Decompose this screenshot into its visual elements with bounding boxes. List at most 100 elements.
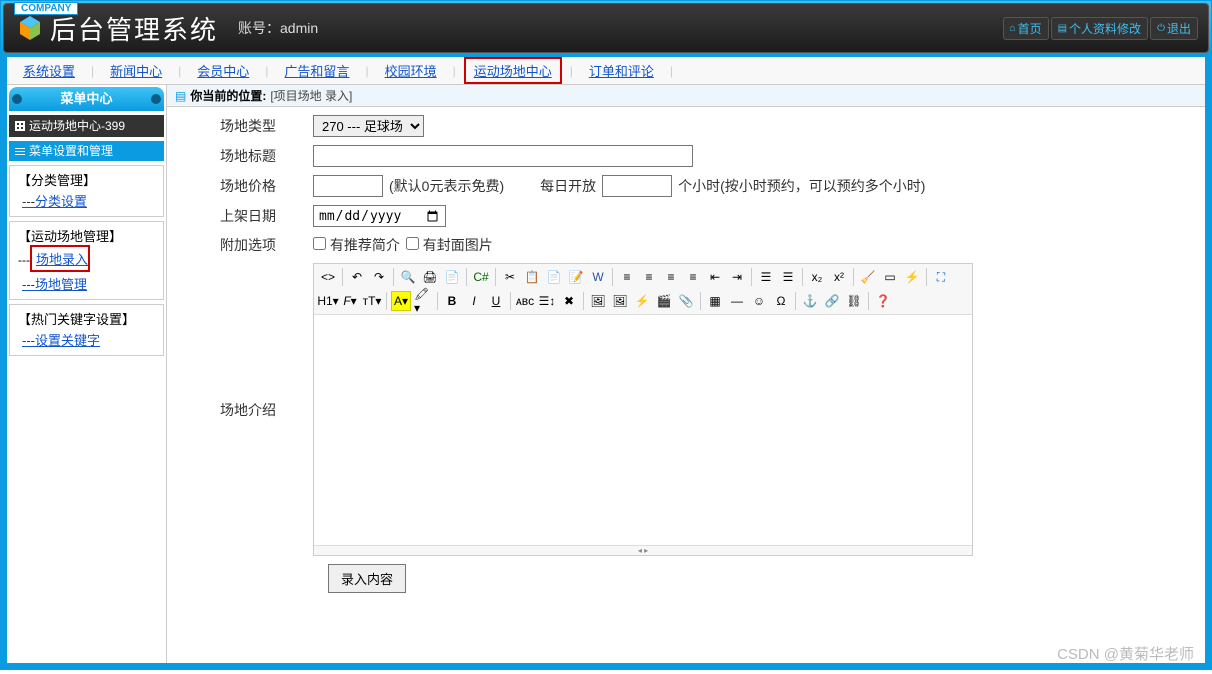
unordered-list-icon[interactable]: ☰ bbox=[778, 267, 798, 287]
select-all-icon[interactable]: ▭ bbox=[880, 267, 900, 287]
main-content: ▤ 你当前的位置: [项目场地 录入] 场地类型 270 --- 足球场 场地标… bbox=[167, 85, 1205, 663]
tab-orders[interactable]: 订单和评论 bbox=[581, 59, 662, 82]
media-icon[interactable]: 🎬 bbox=[654, 291, 674, 311]
source-icon[interactable]: <> bbox=[318, 267, 338, 287]
sidebar-panel-title: 运动场地中心-399 bbox=[9, 115, 164, 137]
editor-toolbar: <> ↶ ↷ 🔍 🖨 📄 C# ✂ bbox=[314, 264, 972, 315]
editor-resize-handle[interactable]: ◂ ▸ bbox=[314, 545, 972, 555]
subscript-icon[interactable]: x₂ bbox=[807, 267, 827, 287]
clear-format-icon[interactable]: 🧹 bbox=[858, 267, 878, 287]
redo-icon[interactable]: ↷ bbox=[369, 267, 389, 287]
brand-badge: COMPANY bbox=[14, 2, 78, 15]
flash-icon[interactable]: ⚡ bbox=[632, 291, 652, 311]
bg-color-icon[interactable]: 🖍▾ bbox=[413, 291, 433, 311]
font-size-icon[interactable]: ᴛT▾ bbox=[362, 291, 382, 311]
paste-icon[interactable]: 📄 bbox=[544, 267, 564, 287]
copy-icon[interactable]: 📋 bbox=[522, 267, 542, 287]
label-list-date: 上架日期 bbox=[183, 206, 313, 226]
profile-link[interactable]: ▤个人资料修改 bbox=[1051, 17, 1148, 40]
emoji-icon[interactable]: ☺ bbox=[749, 291, 769, 311]
sidebar: 菜单中心 运动场地中心-399 菜单设置和管理 【分类管理】 ---分类设置 【… bbox=[7, 85, 167, 663]
align-center-icon[interactable]: ≡ bbox=[639, 267, 659, 287]
link-icon[interactable]: 🔗 bbox=[822, 291, 842, 311]
font-family-icon[interactable]: F▾ bbox=[340, 291, 360, 311]
code-icon[interactable]: C# bbox=[471, 267, 491, 287]
print-icon[interactable]: 🖨 bbox=[420, 267, 440, 287]
line-height-icon[interactable]: ☰↕ bbox=[537, 291, 557, 311]
select-venue-type[interactable]: 270 --- 足球场 bbox=[313, 115, 424, 137]
align-left-icon[interactable]: ≡ bbox=[617, 267, 637, 287]
label-daily-open: 每日开放 bbox=[540, 176, 596, 196]
price-hint: (默认0元表示免费) bbox=[389, 176, 504, 196]
input-venue-title[interactable] bbox=[313, 145, 693, 167]
checkbox-cover-image[interactable] bbox=[406, 237, 419, 250]
paste-word-icon[interactable]: W bbox=[588, 267, 608, 287]
power-icon: ⏻ bbox=[1157, 23, 1165, 34]
template-icon[interactable]: 📄 bbox=[442, 267, 462, 287]
sidebar-group-title: 【热门关键字设置】 bbox=[18, 309, 155, 328]
tab-venue[interactable]: 运动场地中心 bbox=[464, 57, 562, 84]
input-list-date[interactable] bbox=[313, 205, 446, 227]
tab-news[interactable]: 新闻中心 bbox=[102, 59, 170, 82]
image-icon[interactable]: 🖼 bbox=[588, 291, 608, 311]
input-price[interactable] bbox=[313, 175, 383, 197]
grid-icon bbox=[15, 121, 25, 131]
align-right-icon[interactable]: ≡ bbox=[661, 267, 681, 287]
preview-icon[interactable]: 🔍 bbox=[398, 267, 418, 287]
undo-icon[interactable]: ↶ bbox=[347, 267, 367, 287]
tab-campus[interactable]: 校园环境 bbox=[377, 59, 445, 82]
top-border: 后台管理系统 账号：admin ⌂首页 ▤个人资料修改 ⏻退出 bbox=[0, 0, 1212, 56]
sidebar-link-venue-manage[interactable]: ---场地管理 bbox=[18, 272, 155, 295]
submit-button[interactable]: 录入内容 bbox=[328, 564, 406, 593]
superscript-icon[interactable]: x² bbox=[829, 267, 849, 287]
tab-members[interactable]: 会员中心 bbox=[189, 59, 257, 82]
special-char-icon[interactable]: Ω bbox=[771, 291, 791, 311]
remove-format-icon[interactable]: ✖ bbox=[559, 291, 579, 311]
paste-text-icon[interactable]: 📝 bbox=[566, 267, 586, 287]
sidebar-group-title: 【运动场地管理】 bbox=[18, 226, 155, 245]
anchor-icon[interactable]: ⚓ bbox=[800, 291, 820, 311]
hours-hint: 个小时(按小时预约，可以预约多个小时) bbox=[678, 176, 925, 196]
table-icon[interactable]: ▦ bbox=[705, 291, 725, 311]
logo-icon bbox=[16, 14, 44, 42]
tab-ads[interactable]: 广告和留言 bbox=[276, 59, 357, 82]
ordered-list-icon[interactable]: ☰ bbox=[756, 267, 776, 287]
top-bar: 后台管理系统 账号：admin ⌂首页 ▤个人资料修改 ⏻退出 bbox=[3, 3, 1209, 53]
underline-icon[interactable]: U bbox=[486, 291, 506, 311]
bold-icon[interactable]: B bbox=[442, 291, 462, 311]
editor-body[interactable] bbox=[314, 315, 972, 545]
file-icon[interactable]: 📎 bbox=[676, 291, 696, 311]
text-color-icon[interactable]: A▾ bbox=[391, 291, 411, 311]
quickformat-icon[interactable]: ⚡ bbox=[902, 267, 922, 287]
top-tabs: 系统设置| 新闻中心| 会员中心| 广告和留言| 校园环境| 运动场地中心| 订… bbox=[7, 57, 1205, 85]
input-daily-hours[interactable] bbox=[602, 175, 672, 197]
checkbox-recommend[interactable] bbox=[313, 237, 326, 250]
sidebar-group-title: 【分类管理】 bbox=[18, 170, 155, 189]
label-venue-type: 场地类型 bbox=[183, 116, 313, 136]
heading-icon[interactable]: H1▾ bbox=[318, 291, 338, 311]
italic-icon[interactable]: I bbox=[464, 291, 484, 311]
home-link[interactable]: ⌂首页 bbox=[1003, 17, 1049, 40]
sidebar-link-category-set[interactable]: ---分类设置 bbox=[18, 189, 155, 212]
home-icon: ⌂ bbox=[1010, 23, 1016, 34]
sidebar-sub-title: 菜单设置和管理 bbox=[9, 141, 164, 161]
logout-link[interactable]: ⏻退出 bbox=[1150, 17, 1198, 40]
sidebar-link-set-keywords[interactable]: ---设置关键字 bbox=[18, 328, 155, 351]
app-title: 后台管理系统 bbox=[50, 10, 218, 47]
label-venue-title: 场地标题 bbox=[183, 146, 313, 166]
breadcrumb: ▤ 你当前的位置: [项目场地 录入] bbox=[167, 85, 1205, 107]
hr-icon[interactable]: — bbox=[727, 291, 747, 311]
rich-editor: <> ↶ ↷ 🔍 🖨 📄 C# ✂ bbox=[313, 263, 973, 556]
align-justify-icon[interactable]: ≡ bbox=[683, 267, 703, 287]
unlink-icon[interactable]: ⛓ bbox=[844, 291, 864, 311]
strikethrough-icon[interactable]: ᴀʙᴄ bbox=[515, 291, 535, 311]
outdent-icon[interactable]: ⇤ bbox=[705, 267, 725, 287]
cut-icon[interactable]: ✂ bbox=[500, 267, 520, 287]
sidebar-header: 菜单中心 bbox=[9, 87, 164, 111]
about-icon[interactable]: ❓ bbox=[873, 291, 893, 311]
multi-image-icon[interactable]: 🖼 bbox=[610, 291, 630, 311]
tab-system[interactable]: 系统设置 bbox=[15, 59, 83, 82]
fullscreen-icon[interactable]: ⛶ bbox=[931, 267, 951, 287]
indent-icon[interactable]: ⇥ bbox=[727, 267, 747, 287]
sidebar-link-venue-entry[interactable]: 场地录入 bbox=[30, 245, 90, 272]
